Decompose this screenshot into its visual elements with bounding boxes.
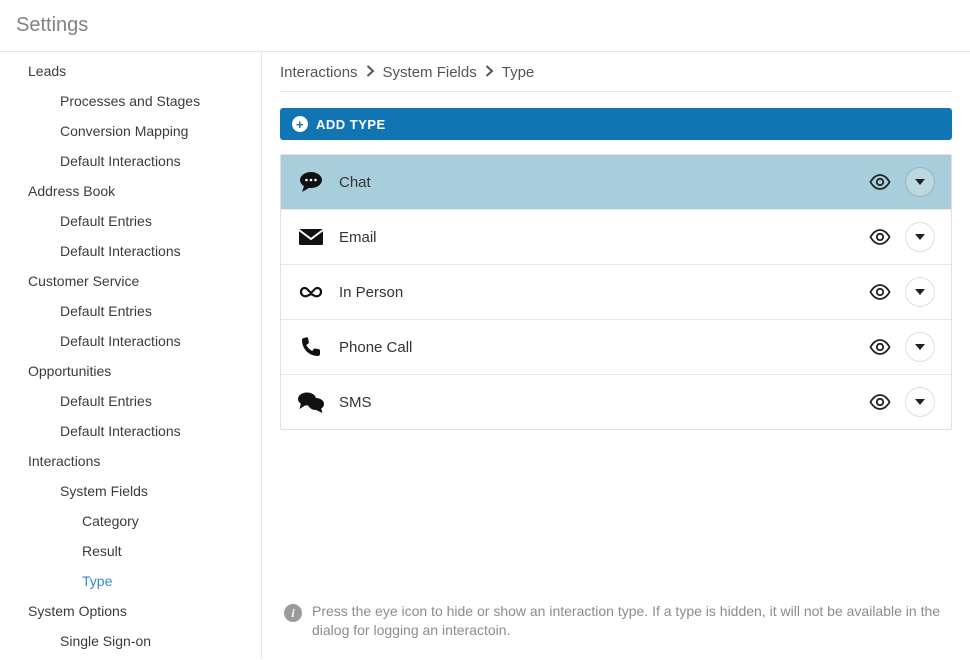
sms-icon (297, 391, 325, 413)
info-icon: i (284, 604, 302, 622)
visibility-toggle[interactable] (869, 171, 891, 193)
row-menu-button[interactable] (905, 332, 935, 362)
row-menu-button[interactable] (905, 167, 935, 197)
visibility-toggle[interactable] (869, 391, 891, 413)
type-label: SMS (339, 394, 855, 411)
in-person-icon (297, 281, 325, 303)
chevron-right-icon (485, 64, 494, 81)
sidebar-section[interactable]: Customer Service (0, 266, 261, 296)
sidebar-item[interactable]: Conversion Mapping (0, 116, 261, 146)
caret-down-icon (915, 289, 925, 295)
sidebar-section[interactable]: Leads (0, 56, 261, 86)
chevron-right-icon (366, 64, 375, 81)
add-type-label: ADD TYPE (316, 117, 386, 132)
hint: i Press the eye icon to hide or show an … (280, 592, 952, 646)
row-menu-button[interactable] (905, 277, 935, 307)
hint-text: Press the eye icon to hide or show an in… (312, 602, 948, 640)
sidebar-section-label: System Options (28, 603, 127, 619)
sidebar-section[interactable]: Interactions (0, 446, 261, 476)
sidebar-section-label: Customer Service (28, 273, 139, 289)
type-list: Chat Email In Person Phone Call SMS (280, 154, 952, 430)
sidebar-section-label: Interactions (28, 453, 100, 469)
row-menu-button[interactable] (905, 222, 935, 252)
caret-down-icon (915, 399, 925, 405)
type-row[interactable]: In Person (281, 265, 951, 320)
sidebar-subsection-label: System Fields (60, 483, 148, 499)
type-row[interactable]: Email (281, 210, 951, 265)
plus-icon: + (292, 116, 308, 132)
row-menu-button[interactable] (905, 387, 935, 417)
sidebar-item[interactable]: Default Entries (0, 386, 261, 416)
main-panel: Interactions System Fields Type + ADD TY… (262, 52, 970, 658)
type-row[interactable]: SMS (281, 375, 951, 429)
settings-tree: Leads Processes and StagesConversion Mapp… (0, 56, 261, 656)
visibility-toggle[interactable] (869, 226, 891, 248)
type-label: Phone Call (339, 339, 855, 356)
sidebar-section-label: Leads (28, 63, 66, 79)
type-label: In Person (339, 284, 855, 301)
caret-down-icon (915, 344, 925, 350)
sidebar-item[interactable]: Processes and Stages (0, 86, 261, 116)
sidebar-section[interactable]: System Options (0, 596, 261, 626)
type-row[interactable]: Chat (281, 155, 951, 210)
type-label: Chat (339, 174, 855, 191)
sidebar-item[interactable]: Default Entries (0, 296, 261, 326)
settings-sidebar: Leads Processes and StagesConversion Mapp… (0, 52, 262, 658)
sidebar-item[interactable]: Result (0, 536, 261, 566)
breadcrumb-item[interactable]: System Fields (383, 64, 477, 81)
sidebar-section[interactable]: Opportunities (0, 356, 261, 386)
sidebar-item[interactable]: Default Interactions (0, 146, 261, 176)
sidebar-item[interactable]: Default Interactions (0, 416, 261, 446)
breadcrumb: Interactions System Fields Type (280, 64, 952, 92)
visibility-toggle[interactable] (869, 281, 891, 303)
sidebar-section[interactable]: Address Book (0, 176, 261, 206)
chat-icon (297, 171, 325, 193)
email-icon (297, 226, 325, 248)
sidebar-section-label: Opportunities (28, 363, 111, 379)
sidebar-item[interactable]: Single Sign-on (0, 626, 261, 656)
sidebar-item[interactable]: Default Entries (0, 206, 261, 236)
breadcrumb-item[interactable]: Interactions (280, 64, 358, 81)
type-row[interactable]: Phone Call (281, 320, 951, 375)
page-title: Settings (0, 0, 970, 52)
sidebar-section-label: Address Book (28, 183, 115, 199)
sidebar-item[interactable]: Type (0, 566, 261, 596)
sidebar-subsection[interactable]: System Fields (0, 476, 261, 506)
visibility-toggle[interactable] (869, 336, 891, 358)
phone-icon (297, 336, 325, 358)
caret-down-icon (915, 179, 925, 185)
sidebar-item[interactable]: Category (0, 506, 261, 536)
sidebar-item[interactable]: Default Interactions (0, 236, 261, 266)
caret-down-icon (915, 234, 925, 240)
sidebar-item[interactable]: Default Interactions (0, 326, 261, 356)
type-label: Email (339, 229, 855, 246)
breadcrumb-item[interactable]: Type (502, 64, 535, 81)
add-type-button[interactable]: + ADD TYPE (280, 108, 952, 140)
